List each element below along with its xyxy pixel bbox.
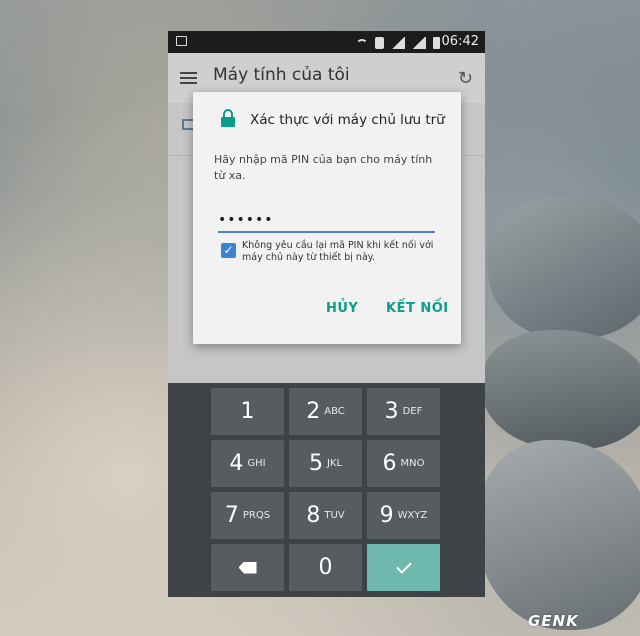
refresh-icon[interactable]: ↻ (458, 68, 473, 89)
phone-screen: 06:42 Máy tính của tôi ↻ Xác thực với má… (168, 31, 485, 597)
background-rock (478, 183, 640, 352)
background-rock (478, 440, 640, 630)
numeric-keypad: 1 2 ABC 3 DEF 4 GHI 5 JKL 6 MNO 7 PRQS 8 TUV 9W… (168, 383, 485, 597)
dialog-message: Hãy nhập mã PIN của bạn cho máy tính từ … (214, 153, 433, 182)
key-2[interactable]: 2 ABC (289, 388, 362, 435)
key-digit: 3 (384, 399, 399, 424)
sim-icon (375, 37, 384, 49)
status-bar: 06:42 (168, 31, 485, 53)
key-letters: JKL (326, 458, 343, 469)
remember-pin-label: Không yêu cầu lại mã PIN khi kết nối với… (242, 240, 434, 263)
watermark-logo: GENK (528, 612, 579, 630)
cancel-button[interactable]: HỦY (326, 301, 358, 316)
battery-icon (433, 37, 440, 49)
key-8[interactable]: 8 TUV (289, 492, 362, 539)
key-4[interactable]: 4 GHI (211, 440, 284, 487)
key-letters: ABC (324, 406, 345, 417)
key-1[interactable]: 1 (211, 388, 284, 435)
key-5[interactable]: 5 JKL (289, 440, 362, 487)
key-9[interactable]: 9 WXYZ (367, 492, 440, 539)
key-digit: 8 (306, 503, 321, 528)
key-letters: TUV (324, 510, 345, 521)
menu-icon[interactable] (180, 72, 197, 84)
remember-pin-checkbox[interactable]: ✓ (221, 243, 236, 258)
key-letters: PRQS (242, 510, 271, 521)
signal-2-icon (412, 37, 426, 49)
key-digit: 0 (318, 555, 333, 580)
lock-icon (221, 109, 235, 127)
key-digit: 1 (240, 399, 255, 424)
signal-icon (391, 37, 405, 49)
auth-dialog: Xác thực với máy chủ lưu trữ Hãy nhập mã… (193, 92, 461, 344)
key-3[interactable]: 3 DEF (367, 388, 440, 435)
checkmark-icon (395, 558, 412, 574)
key-digit: 7 (224, 503, 239, 528)
key-letters: WXYZ (397, 510, 428, 521)
key-6[interactable]: 6 MNO (367, 440, 440, 487)
pin-input[interactable] (218, 209, 435, 233)
key-digit: 9 (379, 503, 394, 528)
wifi-icon (356, 39, 368, 49)
key-letters: MNO (400, 458, 425, 469)
image-notification-icon (176, 36, 187, 46)
background-rock (482, 330, 640, 450)
key-letters: GHI (247, 458, 266, 469)
key-digit: 5 (308, 451, 323, 476)
key-digit: 4 (229, 451, 244, 476)
key-letters: DEF (402, 406, 423, 417)
status-time: 06:42 (441, 34, 479, 49)
dialog-title: Xác thực với máy chủ lưu trữ (250, 112, 445, 128)
page-title: Máy tính của tôi (213, 65, 350, 85)
connect-button[interactable]: KẾT NỐI (386, 301, 449, 316)
backspace-icon (238, 561, 257, 574)
key-digit: 2 (306, 399, 321, 424)
backspace-key[interactable] (211, 544, 284, 591)
key-digit: 6 (382, 451, 397, 476)
key-7[interactable]: 7 PRQS (211, 492, 284, 539)
confirm-key[interactable] (367, 544, 440, 591)
key-0[interactable]: 0 (289, 544, 362, 591)
status-icons (356, 35, 440, 49)
